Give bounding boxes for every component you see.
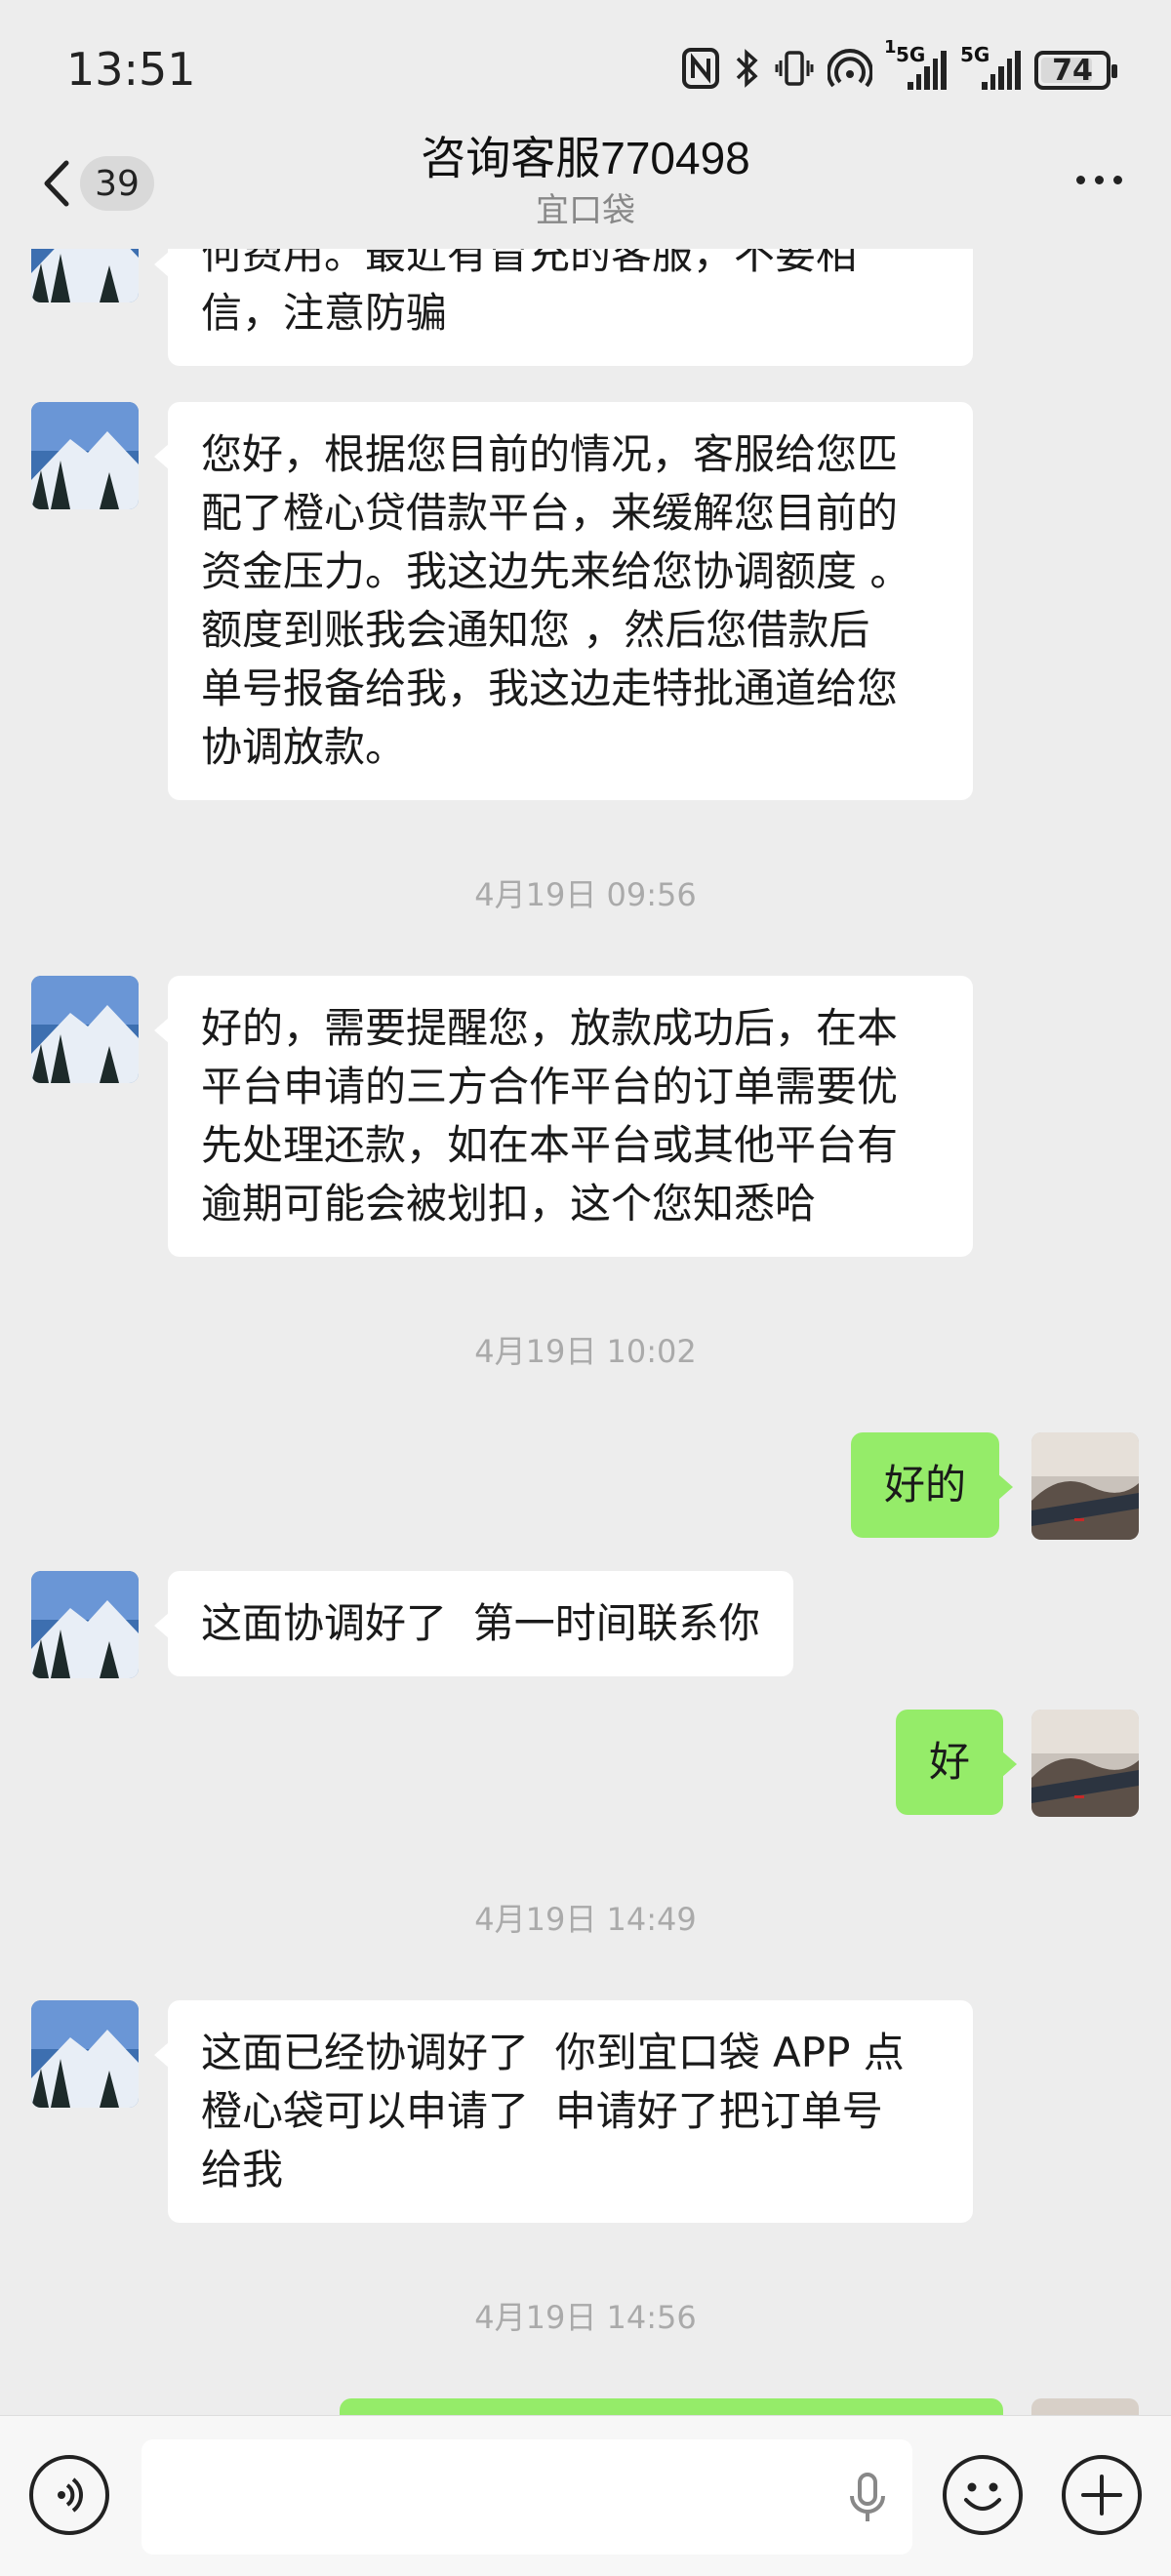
message-text-line: 平台申请的三方合作平台的订单需要优	[201, 1063, 899, 1110]
plus-icon[interactable]	[1062, 2455, 1142, 2535]
message-timestamp: 4月19日 10:02	[474, 1333, 697, 1370]
message-text-line: 您好，根据您目前的情况，客服给您匹	[201, 430, 899, 478]
back-button[interactable]: 39	[39, 156, 154, 211]
message-text-line: 这面已经协调好了 你到宜口袋 APP 点	[201, 2029, 905, 2076]
message-text-line: 信，注意防骗	[201, 289, 448, 337]
message-bubble[interactable]: 何费用。最近有冒充的客服，不要相 信，注意防骗	[154, 249, 973, 366]
voice-icon[interactable]	[29, 2455, 109, 2535]
message-list[interactable]: 何费用。最近有冒充的客服，不要相 信，注意防骗 您好，根据您目前的情况，客服给您…	[0, 249, 1171, 2415]
signal-sim2-icon: 5G	[960, 43, 1021, 90]
message-text-line: 协调放款。	[201, 723, 407, 771]
message-text-line: 逾期可能会被划扣，这个您知悉哈	[201, 1180, 817, 1228]
message-text-line: 资金压力。我这边先来给您协调额度 。	[201, 547, 911, 595]
chat-subtitle: 宜口袋	[536, 191, 635, 230]
chat-title: 咨询客服770498	[421, 133, 750, 183]
status-time: 13:51	[66, 43, 196, 96]
my-avatar[interactable]	[1031, 1710, 1139, 1817]
input-bar	[0, 2415, 1171, 2576]
contact-avatar[interactable]	[31, 402, 139, 509]
unread-count-badge: 39	[80, 156, 154, 211]
message-timestamp: 4月19日 14:49	[474, 1901, 697, 1938]
chat-header: 39 咨询客服770498 宜口袋	[0, 127, 1171, 244]
message-bubble[interactable]: 好的，需要提醒您，放款成功后，在本 平台申请的三方合作平台的订单需要优 先处理还…	[154, 976, 973, 1257]
emoji-icon[interactable]	[943, 2455, 1023, 2535]
more-options-button[interactable]	[1076, 176, 1122, 184]
message-input[interactable]	[141, 2439, 912, 2555]
status-icons: 1 5G 5G 74	[681, 37, 1117, 98]
message-text-line: 何费用。最近有冒充的客服，不要相	[201, 249, 858, 278]
message-text-line: 好	[929, 1738, 971, 1786]
more-dot-icon	[1076, 176, 1085, 184]
more-dot-icon	[1113, 176, 1122, 184]
title-area: 咨询客服770498 宜口袋	[293, 127, 878, 232]
my-avatar-partial[interactable]	[1031, 2398, 1139, 2415]
message-text-line: 单号报备给我，我这边走特批通道给您	[201, 664, 899, 712]
contact-avatar[interactable]	[31, 2000, 139, 2108]
nfc-icon	[681, 47, 720, 94]
battery-icon: 74	[1034, 51, 1117, 90]
message-text-line: 先处理还款，如在本平台或其他平台有	[201, 1121, 899, 1169]
vibrate-icon	[775, 47, 814, 94]
contact-avatar[interactable]	[31, 1571, 139, 1678]
bluetooth-icon	[734, 47, 761, 94]
message-text-line: 给我	[201, 2146, 284, 2194]
status-bar: 13:51 1 5G 5G 74	[0, 0, 1171, 137]
hotspot-icon	[827, 47, 873, 94]
message-text-line: 好的	[884, 1461, 967, 1509]
message-timestamp: 4月19日 14:56	[474, 2299, 697, 2336]
chevron-left-icon	[44, 160, 69, 207]
message-bubble-partial[interactable]	[340, 2398, 1003, 2415]
message-text-line: 额度到账我会通知您 ，然后您借款后	[201, 606, 870, 654]
more-dot-icon	[1095, 176, 1104, 184]
contact-avatar[interactable]	[31, 976, 139, 1083]
contact-avatar[interactable]	[31, 249, 139, 302]
message-bubble[interactable]: 好	[896, 1710, 1018, 1815]
message-text-line: 这面协调好了 第一时间联系你	[201, 1599, 760, 1647]
message-bubble[interactable]: 您好，根据您目前的情况，客服给您匹 配了橙心贷借款平台，来缓解您目前的 资金压力…	[154, 402, 973, 800]
message-bubble[interactable]: 好的	[851, 1432, 1014, 1538]
message-bubble[interactable]: 这面已经协调好了 你到宜口袋 APP 点 橙心袋可以申请了 申请好了把订单号 给…	[154, 2000, 973, 2223]
message-text-line: 橙心袋可以申请了 申请好了把订单号	[201, 2087, 883, 2135]
message-text-line: 好的，需要提醒您，放款成功后，在本	[201, 1004, 899, 1052]
message-text-line: 配了橙心贷借款平台，来缓解您目前的	[201, 489, 899, 537]
message-bubble[interactable]: 这面协调好了 第一时间联系你	[154, 1571, 793, 1676]
mic-icon[interactable]	[844, 2471, 891, 2529]
signal-sim1-icon: 1 5G	[884, 37, 947, 90]
message-timestamp: 4月19日 09:56	[474, 876, 697, 913]
my-avatar[interactable]	[1031, 1432, 1139, 1540]
